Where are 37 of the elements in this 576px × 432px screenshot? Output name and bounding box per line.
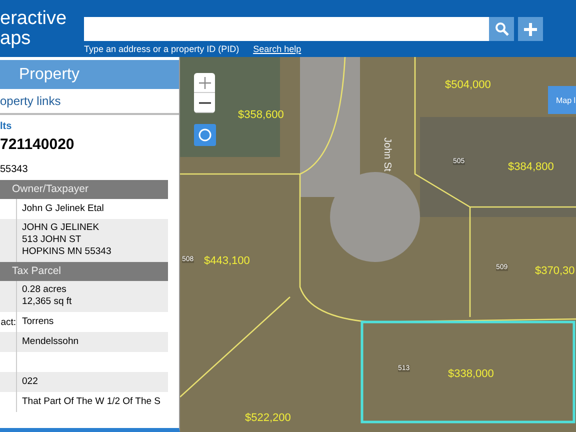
search-field[interactable] bbox=[84, 17, 489, 41]
minus-icon bbox=[198, 102, 210, 104]
price-label: $338,000 bbox=[448, 368, 494, 380]
zip-code: 55343 bbox=[0, 164, 29, 175]
table-header: Owner/Taxpayer bbox=[0, 180, 168, 199]
search-icon bbox=[494, 22, 508, 36]
locate-button[interactable] bbox=[194, 124, 216, 146]
price-label: $370,30 bbox=[535, 265, 575, 277]
circle-icon bbox=[198, 128, 212, 142]
field-value: That Part Of The W 1/2 Of The S bbox=[22, 396, 161, 408]
panel-title: Property bbox=[0, 60, 179, 89]
app-title: eractive aps bbox=[0, 7, 68, 49]
field-value: JOHN G JELINEK 513 JOHN ST HOPKINS MN 55343 bbox=[22, 222, 112, 258]
price-label: $443,100 bbox=[204, 255, 250, 267]
property-links[interactable]: operty links bbox=[0, 89, 179, 115]
field-value: John G Jelinek Etal bbox=[22, 202, 104, 214]
price-label: $522,200 bbox=[245, 412, 291, 424]
parcel-id: 721140020 bbox=[0, 136, 76, 153]
search-button[interactable] bbox=[489, 17, 514, 41]
field-label: act: bbox=[0, 316, 16, 328]
section-heading: lts bbox=[0, 121, 13, 132]
table-header: Tax Parcel bbox=[0, 262, 168, 281]
plus-icon bbox=[524, 22, 537, 36]
street-label: John St bbox=[381, 138, 392, 172]
add-button[interactable] bbox=[518, 17, 543, 41]
zoom-out-button[interactable] bbox=[194, 93, 215, 113]
field-value: Mendelssohn bbox=[22, 336, 79, 348]
price-label: $358,600 bbox=[238, 109, 284, 121]
field-value: 0.28 acres 12,365 sq ft bbox=[22, 284, 72, 308]
field-value: 022 bbox=[22, 376, 38, 388]
field-value: Torrens bbox=[22, 316, 54, 328]
price-label: $384,800 bbox=[508, 161, 554, 173]
search-help-link[interactable]: Search help bbox=[253, 44, 302, 54]
map-layers-button[interactable]: Map l bbox=[548, 86, 576, 114]
search-hint: Type an address or a property ID (PID) bbox=[84, 44, 240, 54]
price-label: $504,000 bbox=[445, 79, 491, 91]
plus-icon bbox=[198, 76, 210, 88]
